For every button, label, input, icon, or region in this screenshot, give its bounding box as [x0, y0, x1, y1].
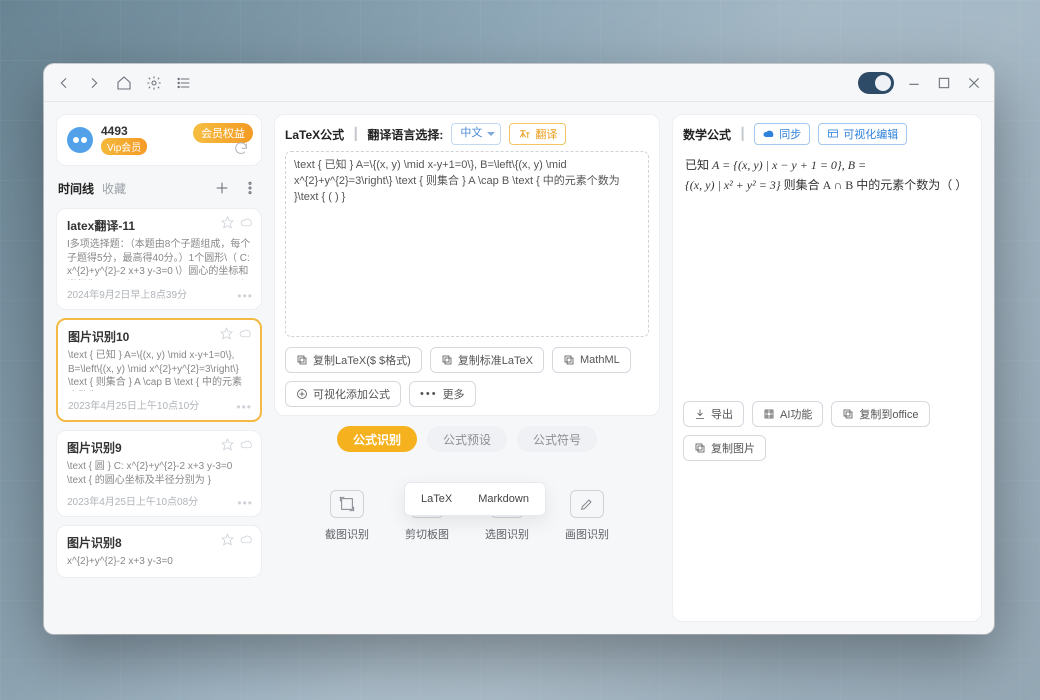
app-window: 4493 Vip会员 会员权益 时间线 收藏 latex翻译-11 I多项选择题… [44, 64, 994, 634]
tool-draw[interactable]: 画图识别 [565, 490, 609, 542]
settings-button[interactable] [144, 73, 164, 93]
more-button[interactable]: •••更多 [409, 381, 476, 407]
latex-panel-title: LaTeX公式 [285, 126, 344, 143]
star-icon[interactable] [221, 533, 234, 546]
translate-button-label: 翻译 [535, 126, 557, 142]
history-item-snippet: \text { 已知 } A=\{(x, y) \mid x-y+1=0\}, … [68, 349, 250, 391]
tab-formula-preset[interactable]: 公式预设 [427, 426, 507, 452]
math-text: {(x, y) | x² + y² = 3} [685, 178, 781, 192]
chip-label: 可视化添加公式 [313, 386, 390, 402]
tab-timeline[interactable]: 时间线 [58, 180, 94, 197]
latex-textarea[interactable]: \text { 已知 } A=\{(x, y) \mid x-y+1=0\}, … [285, 151, 649, 337]
cloud-icon[interactable] [240, 533, 253, 546]
history-item[interactable]: 图片识别10 \text { 已知 } A=\{(x, y) \mid x-y+… [56, 318, 262, 422]
center-column: LaTeX公式 ┃ 翻译语言选择: 中文 翻译 \text { 已知 } A=\… [274, 114, 660, 622]
window-maximize-button[interactable] [934, 73, 954, 93]
copy-image-button[interactable]: 复制图片 [683, 435, 766, 461]
dark-mode-toggle[interactable] [858, 72, 894, 94]
sync-button[interactable]: 同步 [754, 123, 810, 145]
chip-label: 导出 [711, 406, 733, 422]
copy-office-button[interactable]: 复制到office [831, 401, 929, 427]
mathml-button[interactable]: MathML [552, 347, 631, 373]
tab-favorites[interactable]: 收藏 [102, 180, 126, 197]
timeline-tabs: 时间线 收藏 [56, 176, 262, 198]
window-minimize-button[interactable] [904, 73, 924, 93]
translate-button[interactable]: 翻译 [509, 123, 566, 145]
chip-label: 更多 [443, 386, 465, 402]
chip-label: 复制标准LaTeX [458, 352, 533, 368]
more-popover: LaTeX Markdown [404, 482, 546, 516]
copy-latex-dollar-button[interactable]: 复制LaTeX($ $格式) [285, 347, 422, 373]
history-item-menu[interactable]: ••• [237, 289, 253, 303]
math-panel-title: 数学公式 [683, 126, 731, 143]
history-item[interactable]: 图片识别8 x^{2}+y^{2}-2 x+3 y-3=0 [56, 525, 262, 578]
mode-tabs: 公式识别 公式预设 公式符号 [274, 426, 660, 452]
user-name: 4493 [101, 124, 147, 138]
popover-option-markdown[interactable]: Markdown [468, 489, 539, 509]
math-actions: 导出 AI功能 复制到office 复制图片 [683, 401, 971, 461]
history-item-date: 2024年9月2日早上8点39分 [67, 286, 251, 301]
tool-label: 剪切板图 [405, 526, 449, 542]
math-render-area: 已知 A = {(x, y) | x − y + 1 = 0}, B = {(x… [683, 151, 971, 401]
chip-label: MathML [580, 354, 620, 366]
math-text: 则集合 A ∩ B 中的元素个数为（ ） [781, 178, 968, 192]
cloud-icon[interactable] [239, 327, 252, 340]
tool-label: 画图识别 [565, 526, 609, 542]
history-item-menu[interactable]: ••• [237, 496, 253, 510]
chip-label: AI功能 [780, 406, 812, 422]
lang-select[interactable]: 中文 [451, 123, 501, 145]
chip-label: 复制到office [859, 406, 918, 422]
window-close-button[interactable] [964, 73, 984, 93]
visual-add-formula-button[interactable]: 可视化添加公式 [285, 381, 401, 407]
latex-panel: LaTeX公式 ┃ 翻译语言选择: 中文 翻译 \text { 已知 } A=\… [274, 114, 660, 416]
visual-edit-button-label: 可视化编辑 [843, 126, 898, 142]
history-item-date: 2023年4月25日上午10点08分 [67, 493, 251, 508]
vip-badge: Vip会员 [101, 138, 147, 155]
tool-screenshot[interactable]: 截图识别 [325, 490, 369, 542]
user-card: 4493 Vip会员 会员权益 [56, 114, 262, 166]
math-text: 已知 [685, 158, 712, 172]
visual-edit-button[interactable]: 可视化编辑 [818, 123, 907, 145]
home-button[interactable] [114, 73, 134, 93]
cloud-icon[interactable] [240, 216, 253, 229]
workspace: 4493 Vip会员 会员权益 时间线 收藏 latex翻译-11 I多项选择题… [44, 102, 994, 634]
nav-back-button[interactable] [54, 73, 74, 93]
math-text: A = {(x, y) | x − y + 1 = 0}, B = [712, 158, 866, 172]
star-icon[interactable] [220, 327, 233, 340]
tool-label: 选图识别 [485, 526, 529, 542]
sync-button-label: 同步 [779, 126, 801, 142]
titlebar [44, 64, 994, 102]
avatar [67, 127, 93, 153]
tab-formula-symbol[interactable]: 公式符号 [517, 426, 597, 452]
history-item-snippet: \text { 圆 } C: x^{2}+y^{2}-2 x+3 y-3=0 \… [67, 460, 251, 487]
history-item-snippet: x^{2}+y^{2}-2 x+3 y-3=0 [67, 555, 251, 569]
lang-select-value: 中文 [460, 127, 482, 139]
star-icon[interactable] [221, 438, 234, 451]
tool-label: 截图识别 [325, 526, 369, 542]
chip-label: 复制LaTeX($ $格式) [313, 352, 411, 368]
lang-label: 翻译语言选择: [367, 126, 443, 143]
math-panel: 数学公式 ┃ 同步 可视化编辑 已知 A = {(x, y) | x − y +… [672, 114, 982, 622]
history-item[interactable]: latex翻译-11 I多项选择题：（本题由8个子题组成，每个子题得5分，最高得… [56, 208, 262, 310]
history-item-date: 2023年4月25日上午10点10分 [68, 397, 250, 412]
export-button[interactable]: 导出 [683, 401, 744, 427]
history-list: latex翻译-11 I多项选择题：（本题由8个子题组成，每个子题得5分，最高得… [56, 208, 262, 622]
history-item[interactable]: 图片识别9 \text { 圆 } C: x^{2}+y^{2}-2 x+3 y… [56, 430, 262, 517]
history-item-menu[interactable]: ••• [236, 400, 252, 414]
history-item-snippet: I多项选择题：（本题由8个子题组成，每个子题得5分，最高得40分。）1个圆形\（… [67, 238, 251, 280]
star-icon[interactable] [221, 216, 234, 229]
sidebar: 4493 Vip会员 会员权益 时间线 收藏 latex翻译-11 I多项选择题… [56, 114, 262, 622]
copy-standard-latex-button[interactable]: 复制标准LaTeX [430, 347, 544, 373]
chip-label: 复制图片 [711, 440, 755, 456]
popover-option-latex[interactable]: LaTeX [411, 489, 462, 509]
nav-forward-button[interactable] [84, 73, 104, 93]
ai-button[interactable]: AI功能 [752, 401, 823, 427]
list-button[interactable] [174, 73, 194, 93]
overflow-menu-button[interactable] [240, 178, 260, 198]
right-column: 数学公式 ┃ 同步 可视化编辑 已知 A = {(x, y) | x − y +… [672, 114, 982, 622]
tab-formula-recognize[interactable]: 公式识别 [337, 426, 417, 452]
add-button[interactable] [212, 178, 232, 198]
cloud-icon[interactable] [240, 438, 253, 451]
refresh-icon[interactable] [231, 139, 251, 159]
